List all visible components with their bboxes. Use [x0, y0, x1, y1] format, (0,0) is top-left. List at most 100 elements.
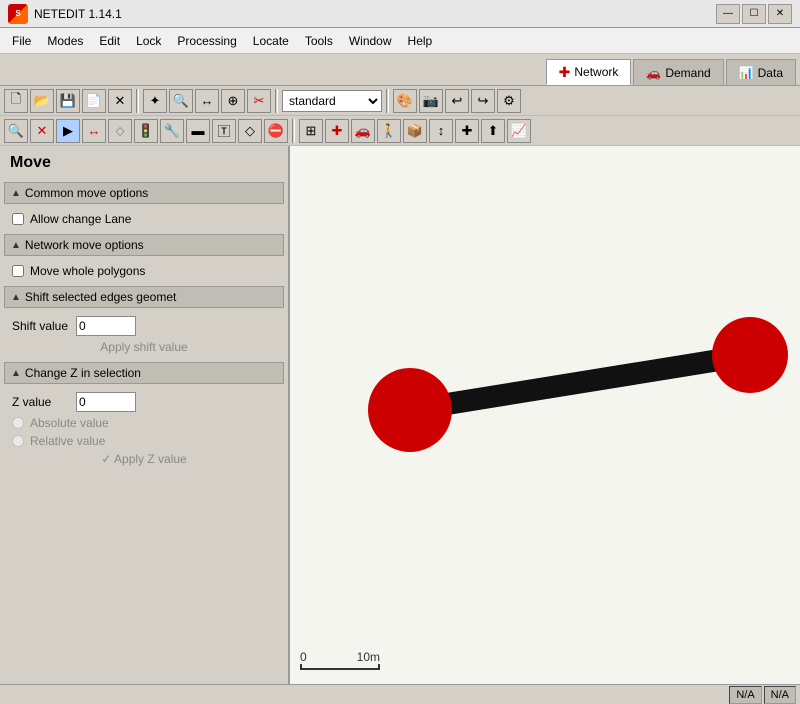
canvas-background [290, 200, 800, 630]
network-tab-icon: ✚ [559, 64, 571, 81]
data-tab-label: Data [758, 66, 783, 80]
container-button[interactable]: 📦 [403, 119, 427, 143]
allow-change-lane-checkbox[interactable] [12, 213, 24, 225]
maximize-button[interactable]: ☐ [742, 4, 766, 24]
select-mode-button[interactable]: ▶ [56, 119, 80, 143]
relative-value-radio[interactable] [12, 435, 24, 447]
section-change-z[interactable]: ▲ Change Z in selection [4, 362, 284, 384]
z-value-label: Z value [12, 395, 72, 409]
close-button[interactable]: ✕ [768, 4, 792, 24]
save-button[interactable]: 💾 [56, 89, 80, 113]
scale-bar-end: 10m [357, 650, 380, 664]
menu-processing[interactable]: Processing [169, 32, 244, 50]
demand-tab-icon: 🚗 [646, 66, 661, 80]
status-item-1: N/A [729, 686, 761, 704]
tab-data[interactable]: 📊 Data [726, 59, 796, 85]
top-tabs: ✚ Network 🚗 Demand 📊 Data [0, 54, 800, 86]
menu-tools[interactable]: Tools [297, 32, 341, 50]
menu-edit[interactable]: Edit [91, 32, 128, 50]
walk-button[interactable]: ⬆ [481, 119, 505, 143]
options-button[interactable]: ⚙ [497, 89, 521, 113]
screenshot-button[interactable]: 📷 [419, 89, 443, 113]
relative-value-row: Relative value [8, 432, 280, 450]
undo-button[interactable]: ↩ [445, 89, 469, 113]
inspect-button[interactable]: 🔍 [4, 119, 28, 143]
crossing-button[interactable]: ✚ [455, 119, 479, 143]
scale-bar-line [300, 664, 380, 670]
taz-button[interactable]: 🅃 [212, 119, 236, 143]
app-title: NETEDIT 1.14.1 [34, 7, 122, 21]
status-bar: N/A N/A [0, 684, 800, 704]
scale-bar-labels: 0 10m [300, 650, 380, 664]
junction-button[interactable]: ✚ [325, 119, 349, 143]
view-scheme-select[interactable]: standard [282, 90, 382, 112]
network-tab-label: Network [574, 65, 618, 79]
zoom-button[interactable]: 🔍 [169, 89, 193, 113]
delete-mode-button[interactable]: ✕ [30, 119, 54, 143]
data-tab-icon: 📊 [739, 66, 754, 80]
vehicle-button[interactable]: 🚗 [351, 119, 375, 143]
network-canvas [290, 146, 800, 684]
absolute-value-radio[interactable] [12, 417, 24, 429]
redo-button[interactable]: ↪ [471, 89, 495, 113]
flow-button[interactable]: 📈 [507, 119, 531, 143]
grid-button[interactable]: ⊞ [299, 119, 323, 143]
section-shift-edges[interactable]: ▲ Shift selected edges geomet [4, 286, 284, 308]
title-bar-left: S NETEDIT 1.14.1 [8, 4, 122, 24]
new-network-button[interactable]: 🗋 [4, 89, 28, 113]
menu-lock[interactable]: Lock [128, 32, 169, 50]
connection-button[interactable]: ↕ [429, 119, 453, 143]
shape-button[interactable]: ▬ [186, 119, 210, 143]
network-node-2[interactable] [712, 317, 788, 393]
shift-value-label: Shift value [12, 319, 72, 333]
apply-z-icon: ✓ [101, 452, 111, 466]
tab-network[interactable]: ✚ Network [546, 59, 632, 85]
canvas-area[interactable]: 0 10m [290, 146, 800, 684]
shift-value-input[interactable] [76, 316, 136, 336]
traffic-light-button[interactable]: 🚦 [134, 119, 158, 143]
menu-file[interactable]: File [4, 32, 39, 50]
apply-z-button[interactable]: ✓ Apply Z value [8, 450, 280, 468]
relative-value-label: Relative value [30, 434, 105, 448]
separator-1 [136, 89, 139, 113]
section-label-common: Common move options [25, 186, 148, 200]
edge-button[interactable]: ⬦ [108, 119, 132, 143]
network-node-1[interactable] [368, 368, 452, 452]
panel-title: Move [0, 146, 288, 180]
section-label-shift: Shift selected edges geomet [25, 290, 176, 304]
apply-shift-button[interactable]: Apply shift value [8, 338, 280, 356]
save-as-button[interactable]: 📄 [82, 89, 106, 113]
menu-locate[interactable]: Locate [245, 32, 297, 50]
section-network-move[interactable]: ▲ Network move options [4, 234, 284, 256]
scale-bar-start: 0 [300, 650, 307, 664]
tab-demand[interactable]: 🚗 Demand [633, 59, 723, 85]
close-button-2[interactable]: ✕ [108, 89, 132, 113]
menu-modes[interactable]: Modes [39, 32, 91, 50]
section-content-shift: Shift value Apply shift value [0, 310, 288, 360]
magnet-button[interactable]: ✦ [143, 89, 167, 113]
move-button[interactable]: ↔ [195, 89, 219, 113]
select-button[interactable]: ⊕ [221, 89, 245, 113]
poly-button[interactable]: ◇ [238, 119, 262, 143]
menu-help[interactable]: Help [400, 32, 441, 50]
prohibition-button[interactable]: ⛔ [264, 119, 288, 143]
scale-bar: 0 10m [300, 650, 380, 670]
left-panel: Move ▲ Common move options Allow change … [0, 146, 290, 684]
person-button[interactable]: 🚶 [377, 119, 401, 143]
demand-tab-label: Demand [665, 66, 710, 80]
move-whole-polygons-checkbox[interactable] [12, 265, 24, 277]
section-arrow-common: ▲ [11, 188, 21, 199]
open-network-button[interactable]: 📂 [30, 89, 54, 113]
move-mode-button[interactable]: ↔ [82, 119, 106, 143]
title-bar: S NETEDIT 1.14.1 — ☐ ✕ [0, 0, 800, 28]
title-bar-controls[interactable]: — ☐ ✕ [716, 4, 792, 24]
minimize-button[interactable]: — [716, 4, 740, 24]
delete-button[interactable]: ✂ [247, 89, 271, 113]
menu-window[interactable]: Window [341, 32, 400, 50]
z-value-input[interactable] [76, 392, 136, 412]
additional-button[interactable]: 🔧 [160, 119, 184, 143]
move-whole-polygons-label: Move whole polygons [30, 264, 145, 278]
color-button[interactable]: 🎨 [393, 89, 417, 113]
separator-2 [275, 89, 278, 113]
section-common-move[interactable]: ▲ Common move options [4, 182, 284, 204]
